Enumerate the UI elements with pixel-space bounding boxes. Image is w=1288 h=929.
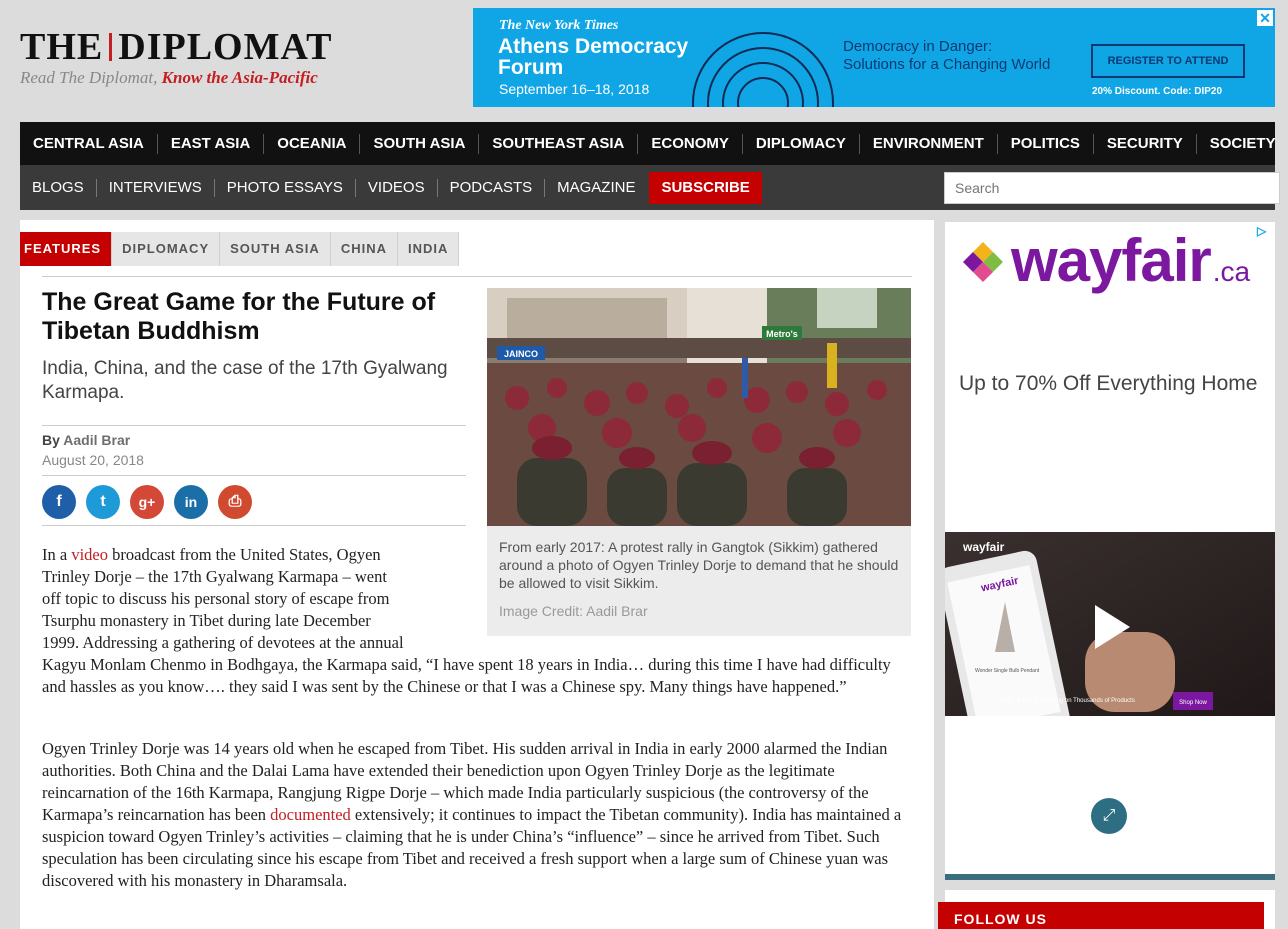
close-ad-icon[interactable]: ✕ <box>1257 10 1273 26</box>
caption-text: From early 2017: A protest rally in Gang… <box>499 539 899 591</box>
ad-discount-code: Code: DIP20 <box>1163 86 1223 97</box>
ad-brand: The New York Times <box>499 18 619 33</box>
ad-video[interactable]: wayfair wayfair Wonder Single Bulb Penda… <box>945 532 1275 716</box>
wayfair-domain-suffix: .ca <box>1212 256 1251 287</box>
print-icon[interactable]: ⎙ <box>218 485 252 519</box>
site-logo[interactable]: THE DIPLOMAT Read The Diplomat, Know the … <box>20 28 400 88</box>
nav-east-asia[interactable]: EAST ASIA <box>156 133 263 154</box>
play-icon[interactable] <box>1085 602 1135 652</box>
ad-circles-graphic <box>692 32 834 107</box>
primary-nav: CENTRAL ASIA EAST ASIA OCEANIA SOUTH ASI… <box>20 122 1276 165</box>
photo-sign-jainco: JAINCO <box>504 349 538 359</box>
nav-interviews[interactable]: INTERVIEWS <box>95 178 214 197</box>
nav-podcasts[interactable]: PODCASTS <box>436 178 545 197</box>
ad-event-dates: September 16–18, 2018 <box>499 81 650 97</box>
wayfair-logo: wayfair .ca <box>961 230 1250 292</box>
share-bar: f t g+ in ⎙ <box>42 485 262 519</box>
nav-southeast-asia[interactable]: SOUTHEAST ASIA <box>478 133 637 154</box>
paragraph-1-rest: Kagyu Monlam Chenmo in Bodhgaya, the Kar… <box>42 655 891 696</box>
search-input[interactable] <box>944 172 1280 204</box>
nav-central-asia[interactable]: CENTRAL ASIA <box>20 134 157 154</box>
nav-diplomacy[interactable]: DIPLOMACY <box>741 133 859 154</box>
divider <box>42 525 466 526</box>
logo-tagline-emphasis: Know the Asia-Pacific <box>161 68 318 87</box>
tag-features[interactable]: FEATURES <box>20 232 113 266</box>
twitter-icon[interactable]: t <box>86 485 120 519</box>
divider <box>42 276 912 277</box>
nav-photo-essays[interactable]: PHOTO ESSAYS <box>213 178 355 197</box>
nav-society[interactable]: SOCIETY <box>1195 133 1288 154</box>
video-shop-now: Shop Now <box>1179 700 1207 706</box>
article-subtitle: India, China, and the case of the 17th G… <box>42 358 448 403</box>
wayfair-wordmark: wayfair <box>1011 227 1212 294</box>
sidebar-ad-footer-bar <box>945 874 1275 880</box>
nav-south-asia[interactable]: SOUTH ASIA <box>359 133 478 154</box>
photo-caption: From early 2017: A protest rally in Gang… <box>487 526 911 636</box>
nav-economy[interactable]: ECONOMY <box>637 133 742 154</box>
nav-magazine[interactable]: MAGAZINE <box>544 178 647 197</box>
article-photo: JAINCO Metro's <box>487 288 911 526</box>
nav-environment[interactable]: ENVIRONMENT <box>858 133 997 154</box>
paragraph-text: Tsurphu monastery in Tibet during late D… <box>42 611 371 630</box>
ad-slogan: Democracy in Danger: Solutions for a Chan… <box>843 38 1050 74</box>
linkedin-icon[interactable]: in <box>174 485 208 519</box>
byline-prefix: By <box>42 432 64 448</box>
sidebar-ad[interactable]: ▷ wayfair .ca Up to 70% Off Everything H… <box>945 222 1275 880</box>
paragraph-text: In a <box>42 545 72 564</box>
video-banner-text: FAST & FREE Shipping on Thousands of Pro… <box>1000 698 1135 704</box>
facebook-icon[interactable]: f <box>42 485 76 519</box>
nav-security[interactable]: SECURITY <box>1092 133 1196 154</box>
ad-slogan-line1: Democracy in Danger: <box>843 38 993 55</box>
follow-us-heading: FOLLOW US <box>938 902 1264 929</box>
tag-china[interactable]: CHINA <box>330 232 398 266</box>
nav-politics[interactable]: POLITICS <box>996 133 1093 154</box>
documented-link[interactable]: documented <box>270 805 351 824</box>
paragraph-2: Ogyen Trinley Dorje was 14 years old whe… <box>42 738 912 892</box>
logo-name-the: THE <box>20 26 104 68</box>
article-title: The Great Game for the Future of Tibetan… <box>42 288 436 345</box>
register-button[interactable]: REGISTER TO ATTEND <box>1091 44 1245 78</box>
nav-oceania[interactable]: OCEANIA <box>263 133 359 154</box>
nav-blogs[interactable]: BLOGS <box>20 179 96 197</box>
wayfair-pinwheel-icon <box>963 242 1003 282</box>
divider <box>42 475 466 476</box>
article-tags: FEATURES DIPLOMACY SOUTH ASIA CHINA INDI… <box>20 232 460 266</box>
ad-discount: 20% Discount. Code: DIP20 <box>1092 86 1222 97</box>
paragraph-1-intro: In a video broadcast from the United Sta… <box>42 544 472 654</box>
tag-south-asia[interactable]: SOUTH ASIA <box>220 232 331 266</box>
paragraph-text: Trinley Dorje – the 17th Gyalwang Karmap… <box>42 567 387 586</box>
byline: By Aadil Brar <box>42 432 130 448</box>
image-credit: Image Credit: Aadil Brar <box>499 603 648 619</box>
paragraph-text: broadcast from the United States, Ogyen <box>108 545 381 564</box>
video-brand: wayfair <box>962 540 1005 554</box>
ad-discount-text: 20% Discount. <box>1092 86 1161 97</box>
nav-videos[interactable]: VIDEOS <box>354 178 437 197</box>
ad-event-title: Athens Democracy Forum <box>498 35 689 79</box>
divider <box>42 425 466 426</box>
paragraph-text: off topic to discuss his personal story … <box>42 589 390 608</box>
paragraph-text: 1999. Addressing a gathering of devotees… <box>42 633 404 652</box>
adchoices-icon[interactable]: ▷ <box>1257 224 1271 238</box>
article-date: August 20, 2018 <box>42 452 144 468</box>
logo-name-diplomat: DIPLOMAT <box>118 26 333 68</box>
logo-tagline: Read The Diplomat, <box>20 68 162 87</box>
google-plus-icon[interactable]: g+ <box>130 485 164 519</box>
subscribe-button[interactable]: SUBSCRIBE <box>649 171 762 204</box>
photo-sign-metros: Metro's <box>766 329 798 339</box>
expand-icon[interactable]: ⤢ <box>1091 798 1127 834</box>
video-product-name: Wonder Single Bulb Pendant <box>975 668 1040 674</box>
tag-diplomacy[interactable]: DIPLOMACY <box>112 232 221 266</box>
tag-india[interactable]: INDIA <box>397 232 460 266</box>
article-container: FEATURES DIPLOMACY SOUTH ASIA CHINA INDI… <box>20 220 934 929</box>
video-link[interactable]: video <box>71 545 108 564</box>
ad-slogan-line2: Solutions for a Changing World <box>843 56 1051 73</box>
ad-offer-text: Up to 70% Off Everything Home <box>959 372 1258 395</box>
top-banner-ad[interactable]: The New York Times Athens Democracy Foru… <box>473 8 1275 107</box>
author-link[interactable]: Aadil Brar <box>63 432 130 448</box>
